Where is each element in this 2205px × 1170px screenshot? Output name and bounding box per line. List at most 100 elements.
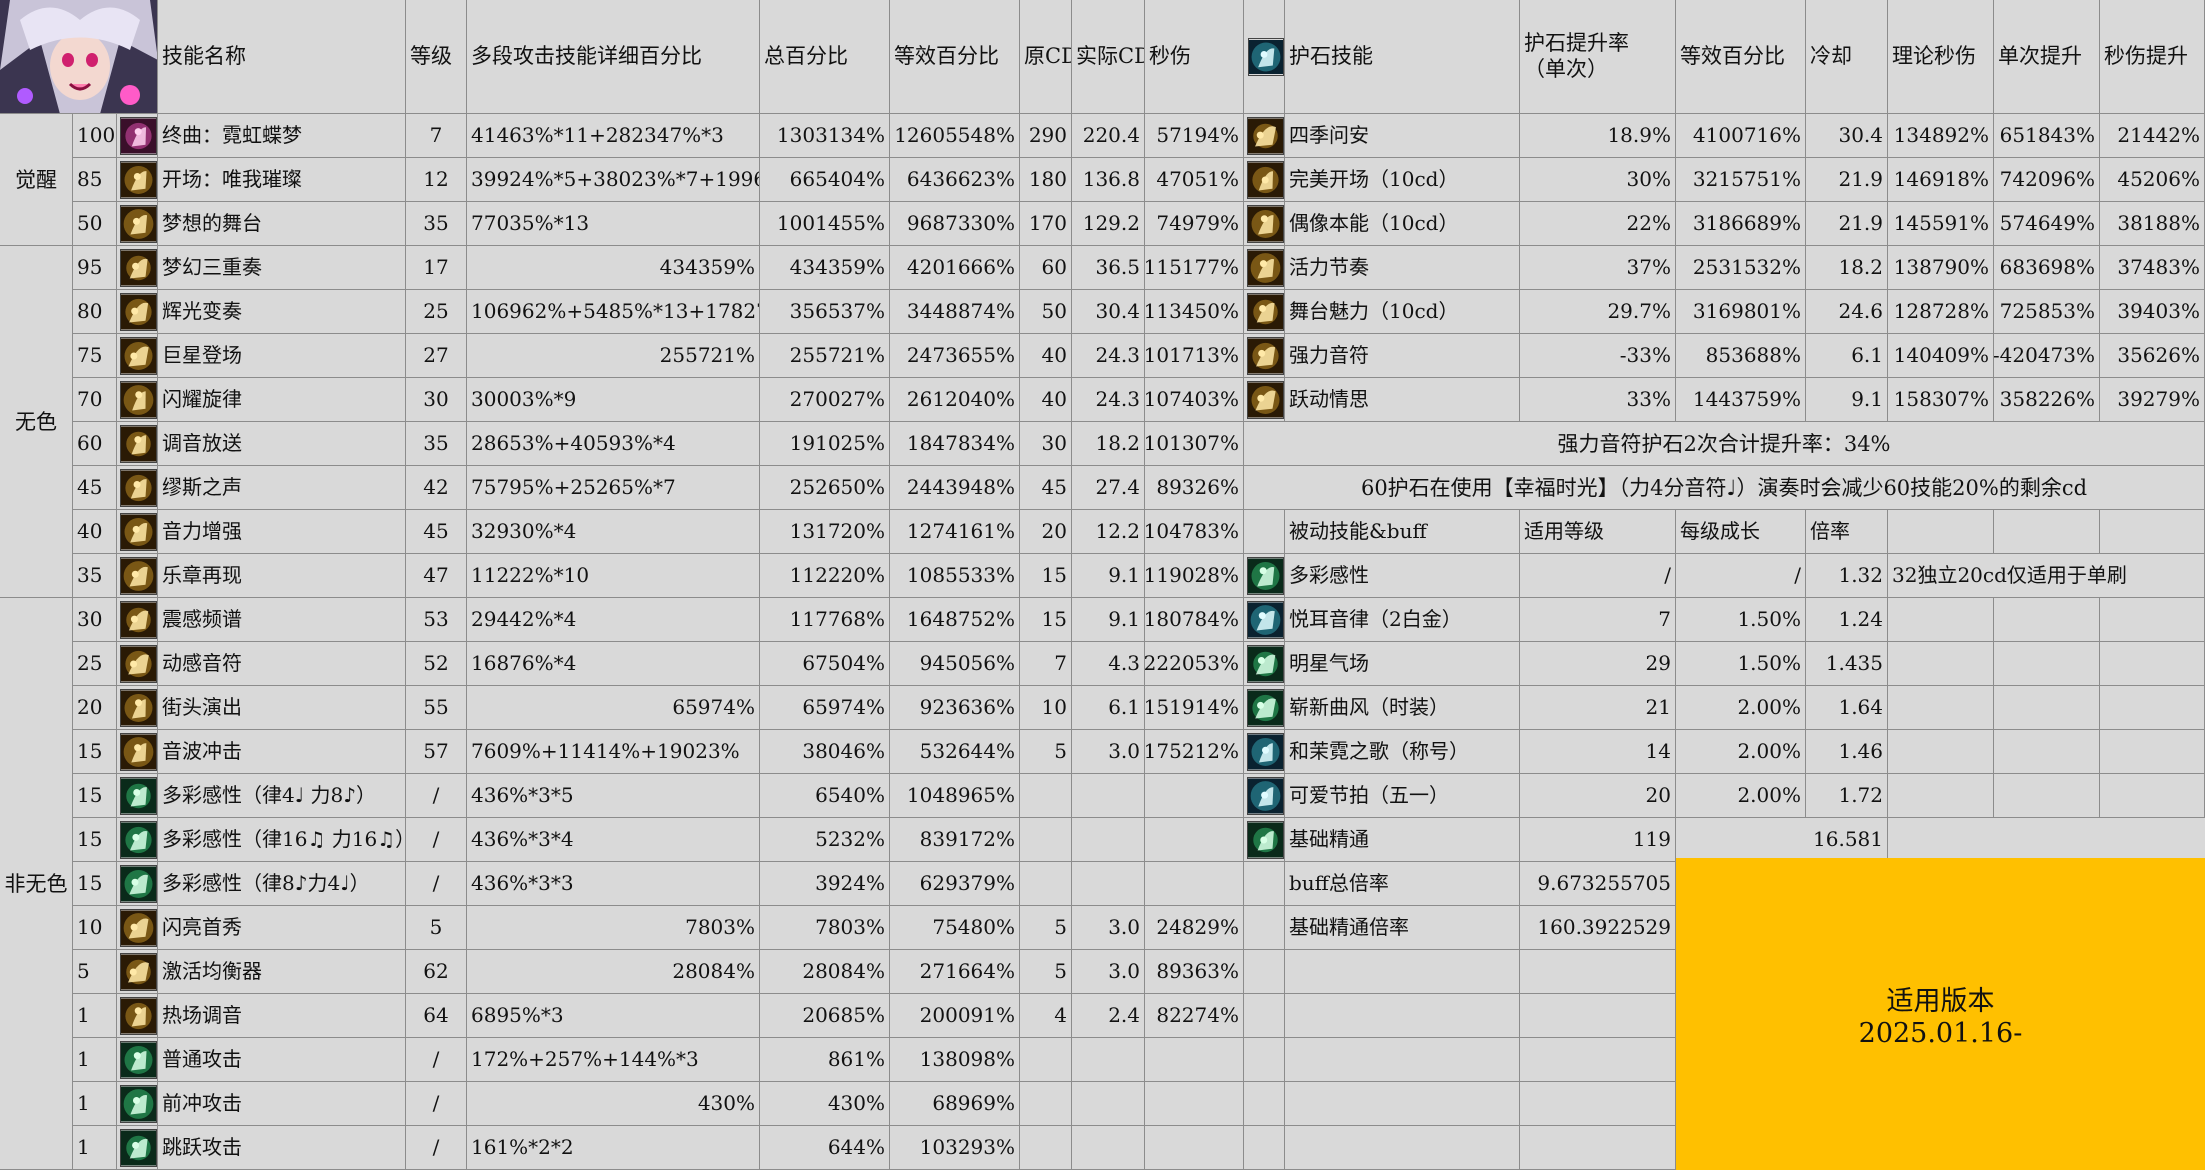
total-percent[interactable]: 6540% <box>760 773 890 818</box>
skill-name[interactable]: 闪亮首秀 <box>158 905 406 950</box>
multi-hit-detail[interactable]: 41463%*11+282347%*3 <box>467 114 760 158</box>
talisman-dps-gain[interactable]: 37483% <box>2100 245 2205 290</box>
damage-per-second[interactable] <box>1145 861 1244 906</box>
skill-required-level[interactable]: 15 <box>73 817 117 862</box>
original-cd[interactable]: 170 <box>1020 201 1072 246</box>
skill-name[interactable]: 乐章再现 <box>158 553 406 598</box>
skill-level[interactable]: / <box>406 1037 467 1082</box>
skill-level[interactable]: 64 <box>406 993 467 1038</box>
passive-growth[interactable]: 2.00% <box>1676 729 1806 774</box>
talisman-equivalent[interactable]: 3186689% <box>1676 201 1806 246</box>
passive-multiplier[interactable]: 1.64 <box>1806 685 1888 730</box>
damage-per-second[interactable]: 24829% <box>1145 905 1244 950</box>
passive-name[interactable]: 崭新曲风（时装） <box>1285 685 1520 730</box>
skill-level[interactable]: / <box>406 1081 467 1126</box>
multi-hit-detail[interactable]: 11222%*10 <box>467 553 760 598</box>
talisman-cooldown[interactable]: 18.2 <box>1806 245 1888 290</box>
talisman-dps-gain[interactable]: 35626% <box>2100 333 2205 378</box>
actual-cd[interactable] <box>1072 773 1145 818</box>
skill-name[interactable]: 梦幻三重奏 <box>158 245 406 290</box>
talisman-cooldown[interactable]: 9.1 <box>1806 377 1888 422</box>
skill-name[interactable]: 跳跃攻击 <box>158 1125 406 1170</box>
total-percent[interactable]: 665404% <box>760 157 890 202</box>
actual-cd[interactable] <box>1072 861 1145 906</box>
damage-per-second[interactable]: 74979% <box>1145 201 1244 246</box>
talisman-name[interactable]: 完美开场（10cd） <box>1285 157 1520 202</box>
skill-required-level[interactable]: 30 <box>73 597 117 642</box>
actual-cd[interactable]: 9.1 <box>1072 553 1145 598</box>
talisman-equivalent[interactable]: 2531532% <box>1676 245 1806 290</box>
actual-cd[interactable]: 12.2 <box>1072 509 1145 554</box>
passive-level[interactable]: 20 <box>1520 773 1676 818</box>
equivalent-percent[interactable]: 200091% <box>890 993 1020 1038</box>
multi-hit-detail[interactable]: 172%+257%+144%*3 <box>467 1037 760 1082</box>
original-cd[interactable]: 30 <box>1020 421 1072 466</box>
passive-growth[interactable]: 2.00% <box>1676 773 1806 818</box>
talisman-rate[interactable]: 33% <box>1520 377 1676 422</box>
multi-hit-detail[interactable]: 255721% <box>467 333 760 378</box>
skill-name[interactable]: 街头演出 <box>158 685 406 730</box>
passive-multiplier[interactable]: 1.24 <box>1806 597 1888 642</box>
actual-cd[interactable]: 136.8 <box>1072 157 1145 202</box>
equivalent-percent[interactable]: 1085533% <box>890 553 1020 598</box>
original-cd[interactable]: 4 <box>1020 993 1072 1038</box>
skill-name[interactable]: 梦想的舞台 <box>158 201 406 246</box>
talisman-dps-gain[interactable]: 39279% <box>2100 377 2205 422</box>
original-cd[interactable]: 60 <box>1020 245 1072 290</box>
passive-level[interactable]: 29 <box>1520 641 1676 686</box>
skill-name[interactable]: 开场：唯我璀璨 <box>158 157 406 202</box>
equivalent-percent[interactable]: 75480% <box>890 905 1020 950</box>
original-cd[interactable] <box>1020 817 1072 862</box>
equivalent-percent[interactable]: 945056% <box>890 641 1020 686</box>
damage-per-second[interactable]: 115177% <box>1145 245 1244 290</box>
equivalent-percent[interactable]: 923636% <box>890 685 1020 730</box>
skill-level[interactable]: 57 <box>406 729 467 774</box>
actual-cd[interactable]: 3.0 <box>1072 949 1145 994</box>
skill-name[interactable]: 终曲：霓虹蝶梦 <box>158 114 406 158</box>
skill-required-level[interactable]: 1 <box>73 1037 117 1082</box>
skill-required-level[interactable]: 20 <box>73 685 117 730</box>
actual-cd[interactable]: 220.4 <box>1072 114 1145 158</box>
skill-required-level[interactable]: 25 <box>73 641 117 686</box>
talisman-cooldown[interactable]: 21.9 <box>1806 201 1888 246</box>
skill-level[interactable]: / <box>406 1125 467 1170</box>
total-percent[interactable]: 430% <box>760 1081 890 1126</box>
talisman-theory-dps[interactable]: 146918% <box>1888 157 1994 202</box>
total-percent[interactable]: 65974% <box>760 685 890 730</box>
skill-level[interactable]: 45 <box>406 509 467 554</box>
total-percent[interactable]: 38046% <box>760 729 890 774</box>
multi-hit-detail[interactable]: 39924%*5+38023%*7+199623% <box>467 157 760 202</box>
multi-hit-detail[interactable]: 7609%+11414%+19023% <box>467 729 760 774</box>
equivalent-percent[interactable]: 12605548% <box>890 114 1020 158</box>
passive-name[interactable]: 多彩感性 <box>1285 553 1520 598</box>
equivalent-percent[interactable]: 1847834% <box>890 421 1020 466</box>
talisman-cooldown[interactable]: 30.4 <box>1806 114 1888 158</box>
talisman-rate[interactable]: 22% <box>1520 201 1676 246</box>
multi-hit-detail[interactable]: 430% <box>467 1081 760 1126</box>
skill-required-level[interactable]: 100 <box>73 114 117 158</box>
passive-growth[interactable]: / <box>1676 553 1806 598</box>
talisman-cooldown[interactable]: 24.6 <box>1806 289 1888 334</box>
skill-required-level[interactable]: 45 <box>73 465 117 510</box>
skill-level[interactable]: 52 <box>406 641 467 686</box>
original-cd[interactable]: 40 <box>1020 377 1072 422</box>
equivalent-percent[interactable]: 9687330% <box>890 201 1020 246</box>
original-cd[interactable] <box>1020 773 1072 818</box>
equivalent-percent[interactable]: 532644% <box>890 729 1020 774</box>
talisman-equivalent[interactable]: 3215751% <box>1676 157 1806 202</box>
total-percent[interactable]: 356537% <box>760 289 890 334</box>
original-cd[interactable]: 5 <box>1020 949 1072 994</box>
talisman-single-gain[interactable]: 651843% <box>1994 114 2100 158</box>
skill-level[interactable]: 62 <box>406 949 467 994</box>
skill-required-level[interactable]: 15 <box>73 861 117 906</box>
skill-level[interactable]: 42 <box>406 465 467 510</box>
actual-cd[interactable]: 3.0 <box>1072 729 1145 774</box>
total-percent[interactable]: 1001455% <box>760 201 890 246</box>
passive-name[interactable]: 基础精通 <box>1285 817 1520 862</box>
skill-level[interactable]: / <box>406 817 467 862</box>
multi-hit-detail[interactable]: 75795%+25265%*7 <box>467 465 760 510</box>
passive-multiplier[interactable]: 16.581 <box>1806 817 1888 862</box>
talisman-equivalent[interactable]: 4100716% <box>1676 114 1806 158</box>
total-percent[interactable]: 270027% <box>760 377 890 422</box>
damage-per-second[interactable]: 101307% <box>1145 421 1244 466</box>
